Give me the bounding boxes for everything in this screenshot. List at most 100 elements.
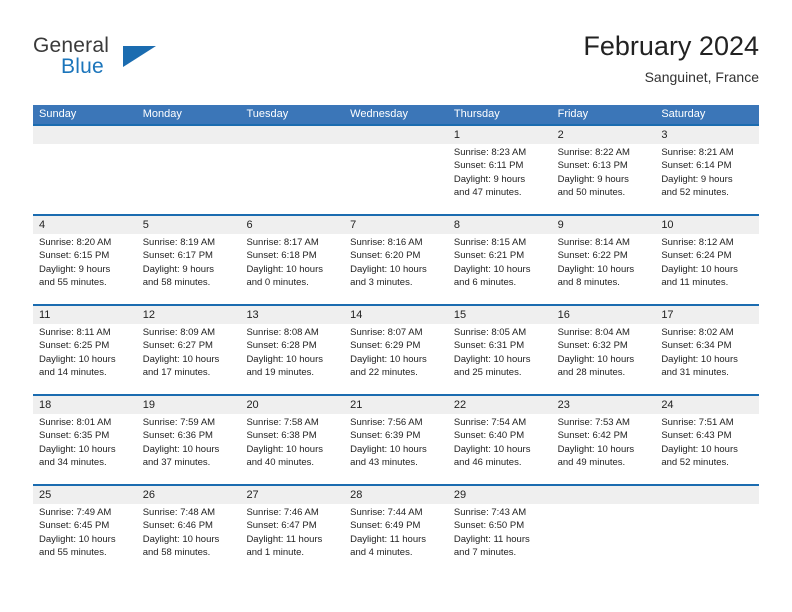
day-number[interactable]: 27 <box>240 486 344 504</box>
day-number[interactable]: 19 <box>137 396 241 414</box>
day-cell[interactable] <box>33 144 137 214</box>
calendar-week-row: 25 26 27 28 29 Sunrise: 7:49 AM Sunset: … <box>33 484 759 574</box>
day-number[interactable]: 28 <box>344 486 448 504</box>
day-cell[interactable] <box>344 144 448 214</box>
day-cell[interactable]: Sunrise: 8:17 AM Sunset: 6:18 PM Dayligh… <box>240 234 344 304</box>
day-number[interactable]: 9 <box>552 216 656 234</box>
day-number[interactable]: 3 <box>655 126 759 144</box>
daylight-text-line2: and 37 minutes. <box>142 457 211 469</box>
day-number[interactable]: 18 <box>33 396 137 414</box>
day-number[interactable]: 17 <box>655 306 759 324</box>
weekday-header-row: Sunday Monday Tuesday Wednesday Thursday… <box>33 105 759 124</box>
sunrise-text: Sunrise: 8:12 AM <box>661 237 734 248</box>
day-cell[interactable] <box>655 504 759 574</box>
day-number[interactable]: 20 <box>240 396 344 414</box>
day-cell[interactable]: Sunrise: 8:07 AM Sunset: 6:29 PM Dayligh… <box>344 324 448 394</box>
day-number-row: 18 19 20 21 22 23 24 <box>33 396 759 414</box>
day-details-row: Sunrise: 8:20 AM Sunset: 6:15 PM Dayligh… <box>33 234 759 304</box>
day-cell[interactable] <box>552 504 656 574</box>
day-number[interactable] <box>240 126 344 144</box>
day-number[interactable] <box>552 486 656 504</box>
day-cell[interactable] <box>137 144 241 214</box>
day-cell[interactable]: Sunrise: 7:43 AM Sunset: 6:50 PM Dayligh… <box>448 504 552 574</box>
day-number[interactable]: 10 <box>655 216 759 234</box>
day-number[interactable] <box>33 126 137 144</box>
day-cell[interactable]: Sunrise: 8:19 AM Sunset: 6:17 PM Dayligh… <box>137 234 241 304</box>
daylight-text-line2: and 49 minutes. <box>557 457 626 469</box>
day-number[interactable]: 22 <box>448 396 552 414</box>
day-cell[interactable]: Sunrise: 8:02 AM Sunset: 6:34 PM Dayligh… <box>655 324 759 394</box>
day-number[interactable]: 12 <box>137 306 241 324</box>
day-number[interactable]: 11 <box>33 306 137 324</box>
daylight-text-line1: Daylight: 10 hours <box>350 353 427 365</box>
day-number[interactable] <box>655 486 759 504</box>
day-number[interactable]: 14 <box>344 306 448 324</box>
daylight-text-line2: and 46 minutes. <box>453 457 522 469</box>
weekday-saturday: Saturday <box>661 108 706 120</box>
day-cell[interactable]: Sunrise: 8:15 AM Sunset: 6:21 PM Dayligh… <box>448 234 552 304</box>
day-cell[interactable]: Sunrise: 8:22 AM Sunset: 6:13 PM Dayligh… <box>552 144 656 214</box>
day-cell[interactable]: Sunrise: 8:14 AM Sunset: 6:22 PM Dayligh… <box>552 234 656 304</box>
day-number[interactable]: 4 <box>33 216 137 234</box>
day-cell[interactable]: Sunrise: 7:51 AM Sunset: 6:43 PM Dayligh… <box>655 414 759 484</box>
sunrise-text: Sunrise: 7:56 AM <box>350 417 423 428</box>
daylight-text-line1: Daylight: 10 hours <box>142 443 220 455</box>
day-details-row: Sunrise: 7:49 AM Sunset: 6:45 PM Dayligh… <box>33 504 759 574</box>
sunset-text: Sunset: 6:27 PM <box>142 340 213 352</box>
day-number[interactable]: 21 <box>344 396 448 414</box>
calendar-week-row: 11 12 13 14 15 16 17 Sunrise: 8:11 AM Su… <box>33 304 759 394</box>
day-cell[interactable]: Sunrise: 8:01 AM Sunset: 6:35 PM Dayligh… <box>33 414 137 484</box>
sunrise-text: Sunrise: 7:53 AM <box>557 417 630 428</box>
day-number[interactable]: 1 <box>448 126 552 144</box>
daylight-text-line2: and 6 minutes. <box>453 277 517 289</box>
day-number[interactable] <box>344 126 448 144</box>
day-number[interactable] <box>137 126 241 144</box>
day-cell[interactable]: Sunrise: 7:58 AM Sunset: 6:38 PM Dayligh… <box>240 414 344 484</box>
day-cell[interactable]: Sunrise: 8:09 AM Sunset: 6:27 PM Dayligh… <box>137 324 241 394</box>
day-cell[interactable]: Sunrise: 7:59 AM Sunset: 6:36 PM Dayligh… <box>137 414 241 484</box>
day-cell[interactable]: Sunrise: 7:56 AM Sunset: 6:39 PM Dayligh… <box>344 414 448 484</box>
day-number[interactable]: 6 <box>240 216 344 234</box>
day-number[interactable]: 23 <box>552 396 656 414</box>
day-cell[interactable]: Sunrise: 8:23 AM Sunset: 6:11 PM Dayligh… <box>448 144 552 214</box>
daylight-text-line1: Daylight: 9 hours <box>453 173 526 185</box>
day-number[interactable]: 29 <box>448 486 552 504</box>
sunrise-text: Sunrise: 7:58 AM <box>246 417 319 428</box>
day-cell[interactable]: Sunrise: 8:04 AM Sunset: 6:32 PM Dayligh… <box>552 324 656 394</box>
day-cell[interactable]: Sunrise: 7:44 AM Sunset: 6:49 PM Dayligh… <box>344 504 448 574</box>
day-cell[interactable]: Sunrise: 7:46 AM Sunset: 6:47 PM Dayligh… <box>240 504 344 574</box>
day-cell[interactable]: Sunrise: 8:05 AM Sunset: 6:31 PM Dayligh… <box>448 324 552 394</box>
day-cell[interactable]: Sunrise: 7:53 AM Sunset: 6:42 PM Dayligh… <box>552 414 656 484</box>
day-cell[interactable]: Sunrise: 8:20 AM Sunset: 6:15 PM Dayligh… <box>33 234 137 304</box>
day-cell[interactable] <box>240 144 344 214</box>
day-number[interactable]: 2 <box>552 126 656 144</box>
day-number[interactable]: 7 <box>344 216 448 234</box>
sunrise-text: Sunrise: 8:15 AM <box>453 237 527 248</box>
day-number[interactable]: 25 <box>33 486 137 504</box>
weekday-friday: Friday <box>557 108 589 120</box>
day-number[interactable]: 24 <box>655 396 759 414</box>
day-cell[interactable]: Sunrise: 7:54 AM Sunset: 6:40 PM Dayligh… <box>448 414 552 484</box>
day-number[interactable]: 16 <box>552 306 656 324</box>
day-cell[interactable]: Sunrise: 8:16 AM Sunset: 6:20 PM Dayligh… <box>344 234 448 304</box>
day-number[interactable]: 15 <box>448 306 552 324</box>
daylight-text-line1: Daylight: 10 hours <box>453 353 531 365</box>
day-details-row: Sunrise: 8:01 AM Sunset: 6:35 PM Dayligh… <box>33 414 759 484</box>
sunrise-text: Sunrise: 8:17 AM <box>246 237 319 248</box>
day-number[interactable]: 13 <box>240 306 344 324</box>
day-cell[interactable]: Sunrise: 7:48 AM Sunset: 6:46 PM Dayligh… <box>137 504 241 574</box>
sunrise-text: Sunrise: 7:49 AM <box>39 507 112 518</box>
day-cell[interactable]: Sunrise: 8:12 AM Sunset: 6:24 PM Dayligh… <box>655 234 759 304</box>
day-cell[interactable]: Sunrise: 7:49 AM Sunset: 6:45 PM Dayligh… <box>33 504 137 574</box>
day-cell[interactable]: Sunrise: 8:08 AM Sunset: 6:28 PM Dayligh… <box>240 324 344 394</box>
daylight-text-line2: and 1 minute. <box>246 547 305 559</box>
day-cell[interactable]: Sunrise: 8:11 AM Sunset: 6:25 PM Dayligh… <box>33 324 137 394</box>
sunrise-text: Sunrise: 8:22 AM <box>557 147 630 158</box>
day-number[interactable]: 26 <box>137 486 241 504</box>
sunrise-text: Sunrise: 7:48 AM <box>142 507 216 518</box>
sunset-text: Sunset: 6:38 PM <box>246 430 317 442</box>
day-cell[interactable]: Sunrise: 8:21 AM Sunset: 6:14 PM Dayligh… <box>655 144 759 214</box>
day-number[interactable]: 5 <box>137 216 241 234</box>
day-number[interactable]: 8 <box>448 216 552 234</box>
daylight-text-line2: and 43 minutes. <box>350 457 418 469</box>
